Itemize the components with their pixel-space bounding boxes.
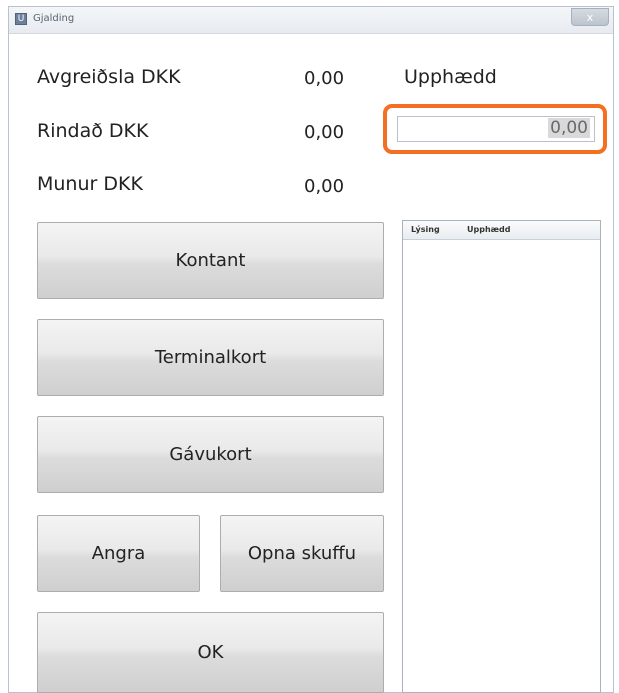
undo-button-label: Angra <box>91 543 146 564</box>
cash-button-label: Kontant <box>175 250 246 271</box>
gift-card-button-label: Gávukort <box>169 444 252 465</box>
undo-button[interactable]: Angra <box>37 515 200 592</box>
summary-value-sale: 0,00 <box>304 68 345 89</box>
summary-label-difference: Munur DKK <box>37 173 143 195</box>
app-icon: U <box>15 13 27 25</box>
amount-input[interactable]: 0,00 <box>397 116 595 142</box>
window-title: Gjalding <box>33 13 75 24</box>
list-header: Lýsing Upphædd <box>403 221 600 240</box>
ok-button-label: OK <box>197 642 224 663</box>
column-header-description[interactable]: Lýsing <box>411 225 440 234</box>
amount-input-value: 0,00 <box>548 118 590 138</box>
summary-value-difference: 0,00 <box>304 176 345 197</box>
amount-highlight: 0,00 <box>383 104 607 154</box>
ok-button[interactable]: OK <box>37 612 384 693</box>
summary-label-sale: Avgreiðsla DKK <box>37 66 181 88</box>
terminal-card-button-label: Terminalkort <box>154 347 267 368</box>
summary-value-paid: 0,00 <box>304 122 345 143</box>
close-button[interactable]: x <box>571 8 609 26</box>
summary-label-paid: Rindað DKK <box>37 120 149 142</box>
terminal-card-button[interactable]: Terminalkort <box>37 319 384 396</box>
cash-button[interactable]: Kontant <box>37 222 384 299</box>
title-bar: U Gjalding x <box>9 7 613 34</box>
column-header-amount[interactable]: Upphædd <box>467 225 510 234</box>
gift-card-button[interactable]: Gávukort <box>37 416 384 493</box>
open-drawer-button-label: Opna skuffu <box>247 543 357 564</box>
open-drawer-button[interactable]: Opna skuffu <box>220 515 384 592</box>
payments-list[interactable]: Lýsing Upphædd <box>402 220 601 693</box>
amount-label: Upphædd <box>404 66 497 88</box>
